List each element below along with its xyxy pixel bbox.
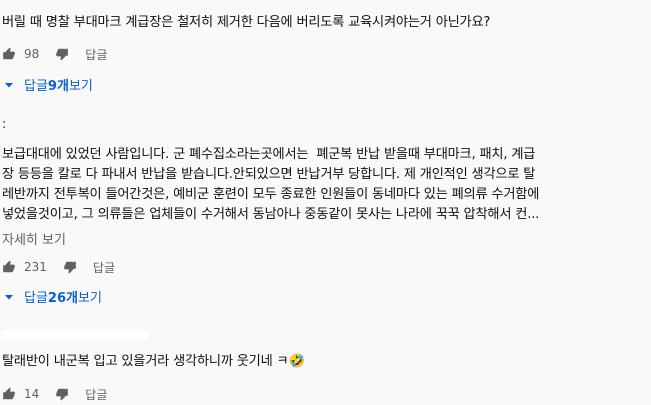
comment-2-text-line-1: 보급대대에 있었던 사람입니다. 군 폐수집소라는곳에서는 폐군복 반납 받을때… (2, 147, 536, 162)
thumb-up-icon[interactable] (2, 260, 16, 274)
view-replies-suffix: 보기 (77, 291, 102, 306)
like-count: 98 (24, 47, 40, 61)
comment-2-author[interactable]: : (2, 117, 6, 132)
like-count: 14 (24, 387, 40, 401)
comment-3-text: 탈래반이 내군복 입고 있을거라 생각하니까 웃기네 ㅋ🤣 (2, 354, 305, 369)
thumb-down-icon[interactable] (63, 260, 77, 274)
caret-down-icon (5, 294, 13, 299)
caret-down-icon (5, 82, 13, 87)
comment-3-author-placeholder (2, 331, 148, 339)
view-replies-prefix: 답글 (24, 291, 48, 306)
comment-1-text: 버릴 때 명찰 부대마크 계급장은 철저히 제거한 다음에 버리도록 교육시켜야… (2, 15, 491, 30)
view-replies-button[interactable]: 답글 9개 보기 (4, 75, 93, 94)
comment-2-text-line-3: 레반까지 전투복이 들어간것은, 예비군 훈련이 모두 종료한 인원들이 동네마… (2, 187, 540, 202)
comment-2-actions: 231 답글 (2, 258, 115, 276)
comment-2-text-line-2: 장 등등을 칼로 다 파내서 반납을 받습니다.안되있으면 반납거부 당합니다.… (2, 167, 536, 182)
comment-2-text-line-4: 넣었을것이고, 그 의류들은 업체들이 수거해서 동남아나 중동같이 못사는 나… (2, 207, 540, 222)
thumb-up-icon[interactable] (2, 387, 16, 401)
thumb-down-icon[interactable] (55, 387, 69, 401)
like-count: 231 (24, 260, 47, 274)
replies-count: 26개 (47, 291, 78, 306)
thumb-up-icon[interactable] (2, 47, 16, 61)
view-replies-prefix: 답글 (24, 79, 48, 94)
read-more-button[interactable]: 자세히 보기 (2, 229, 66, 248)
comment-3-actions: 14 답글 (2, 385, 107, 403)
replies-count: 9개 (47, 79, 69, 94)
view-replies-suffix: 보기 (68, 79, 93, 94)
reply-button[interactable]: 답글 (93, 259, 115, 276)
reply-button[interactable]: 답글 (85, 46, 107, 63)
thumb-down-icon[interactable] (55, 47, 69, 61)
comment-1-actions: 98 답글 (2, 45, 107, 63)
view-replies-button[interactable]: 답글 26개 보기 (4, 287, 102, 306)
reply-button[interactable]: 답글 (85, 386, 107, 403)
